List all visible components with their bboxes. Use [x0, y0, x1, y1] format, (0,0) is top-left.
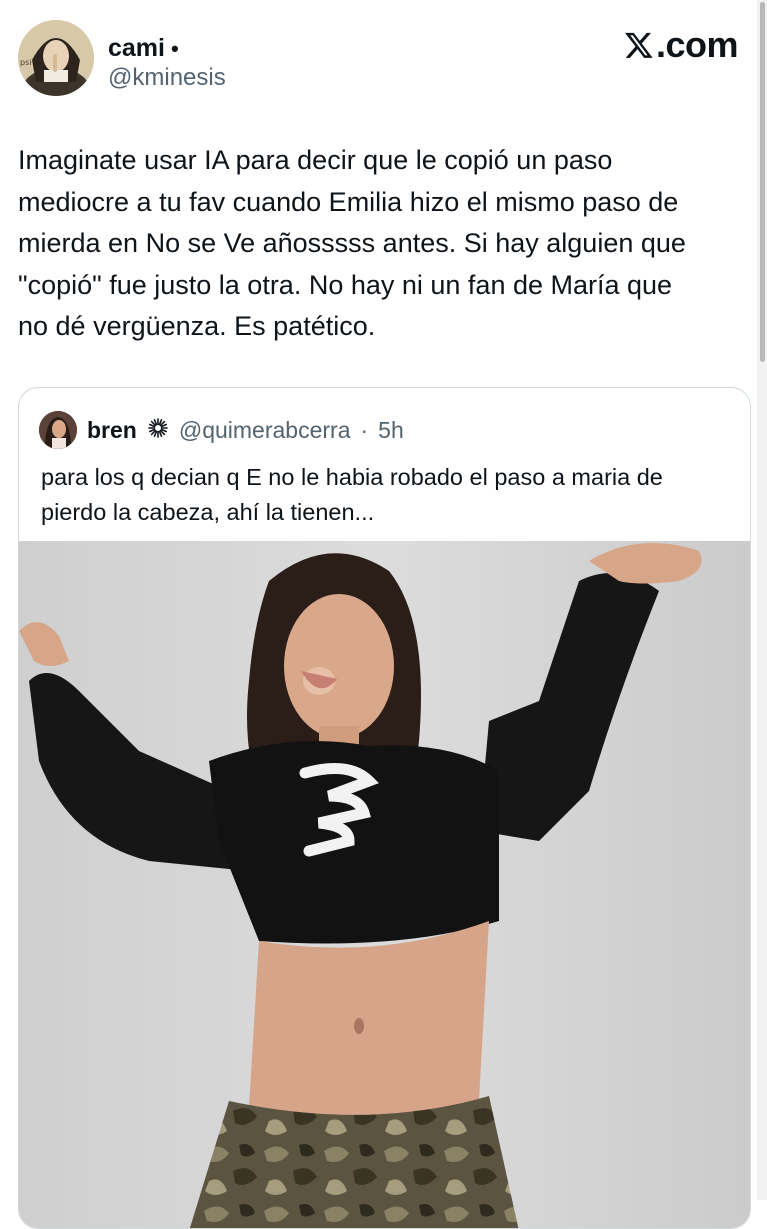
tweet-text: Imaginate usar IA para decir que le copi…: [18, 145, 686, 341]
x-brand: .com: [624, 24, 739, 66]
quoted-author-avatar[interactable]: [39, 411, 77, 449]
quoted-tweet-header: bren @quimerabcerra · 5h: [39, 410, 404, 450]
quoted-timestamp[interactable]: 5h: [378, 417, 404, 444]
scrollbar-thumb[interactable]: [760, 2, 765, 362]
author-separator: •: [170, 35, 179, 61]
tweet-header: psi cami • @kminesis .com: [18, 18, 739, 98]
author-avatar[interactable]: psi: [18, 20, 94, 96]
quoted-tweet-card[interactable]: bren @quimerabcerra · 5h para los q deci…: [18, 387, 751, 1229]
x-logo-icon: [624, 30, 654, 60]
quoted-video-frame[interactable]: [19, 541, 750, 1228]
quoted-dot-separator: ·: [360, 416, 369, 443]
author-name[interactable]: cami: [108, 34, 165, 63]
svg-text:psi: psi: [20, 58, 31, 67]
quoted-author-handle[interactable]: @quimerabcerra: [179, 417, 351, 444]
brand-domain: .com: [655, 24, 739, 65]
quoted-author-name[interactable]: bren: [87, 417, 137, 444]
quoted-tweet-text: para los q decian q E no le habia robado…: [41, 464, 663, 525]
scrollbar[interactable]: [757, 0, 767, 1200]
sparkle-icon: [147, 417, 169, 444]
author-handle[interactable]: @kminesis: [108, 64, 226, 92]
